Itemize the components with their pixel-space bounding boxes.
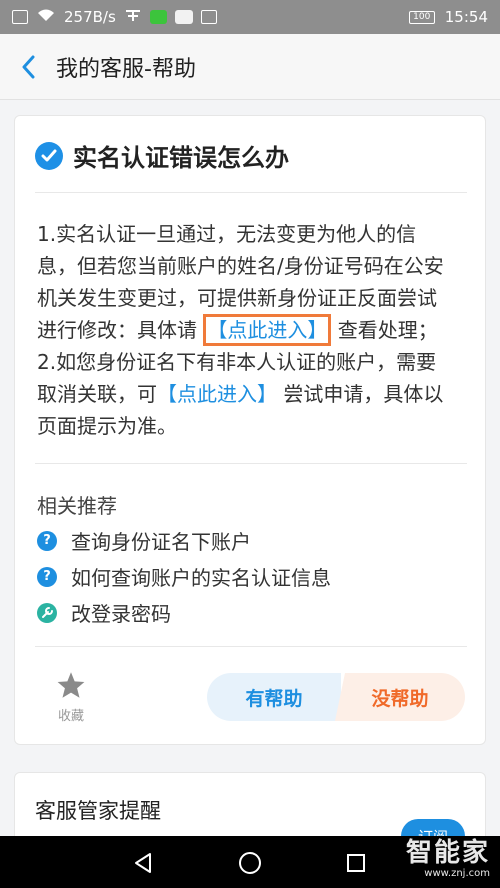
favorite-label: 收藏 bbox=[57, 709, 84, 724]
question-icon: ? bbox=[37, 530, 57, 551]
recommend-item-label: 如何查询账户的实名认证信息 bbox=[71, 566, 331, 590]
favorite-button[interactable]: 收藏 bbox=[53, 671, 89, 724]
reminder-title: 客服管家提醒 bbox=[35, 799, 161, 823]
info-icon bbox=[200, 10, 217, 24]
iqiyi-icon bbox=[149, 10, 167, 24]
answer-line: 1.实名认证一旦通过，无法变更为他人的信 bbox=[37, 222, 417, 246]
question-title: 实名认证错误怎么办 bbox=[73, 144, 289, 172]
answer-line: 进行修改：具体请 【点此进入】 查看处理； bbox=[37, 314, 477, 346]
star-icon bbox=[57, 672, 85, 698]
triangle-back-icon bbox=[135, 853, 151, 873]
recommend-item-label: 查询身份证名下账户 bbox=[71, 530, 251, 554]
app-icon bbox=[174, 10, 193, 24]
battery-icon: 100 bbox=[408, 10, 435, 24]
status-bar: 257B/s 100 15:54 bbox=[0, 0, 500, 34]
question-heading: 实名认证错误怎么办 bbox=[35, 138, 289, 173]
nav-home-button[interactable] bbox=[235, 848, 265, 878]
helpful-button[interactable]: 有帮助 bbox=[207, 673, 341, 721]
status-left: 257B/s bbox=[12, 8, 217, 26]
answer-line: 2.如您身份证名下有非本人认证的账户，需要 bbox=[37, 350, 437, 374]
square-recents-icon bbox=[347, 854, 365, 872]
wrench-icon bbox=[37, 602, 57, 623]
help-card: 实名认证错误怎么办 1.实名认证一旦通过，无法变更为他人的信 息，但若您当前账户… bbox=[14, 115, 486, 745]
question-icon: ? bbox=[37, 566, 57, 587]
check-circle-icon bbox=[35, 141, 63, 170]
recommend-item-label: 改登录密码 bbox=[71, 602, 171, 626]
page-title: 我的客服-帮助 bbox=[56, 56, 196, 82]
answer-text: 进行修改：具体请 bbox=[37, 318, 197, 342]
unhelpful-button[interactable]: 没帮助 bbox=[335, 673, 465, 721]
answer-line: 息，但若您当前账户的姓名/身份证号码在公安 bbox=[37, 254, 444, 278]
divider bbox=[35, 463, 467, 464]
answer-text: 尝试申请，具体以 bbox=[283, 382, 444, 406]
answer-line: 页面提示为准。 bbox=[37, 414, 177, 438]
watermark-logo: 智能家 bbox=[405, 838, 490, 868]
nav-back-button[interactable] bbox=[128, 848, 158, 878]
answer-text: 取消关联，可 bbox=[37, 382, 157, 406]
divider bbox=[35, 646, 467, 647]
answer-text: 查看处理； bbox=[337, 318, 438, 342]
status-right: 100 15:54 bbox=[408, 8, 488, 26]
watermark: 智能家 www.znj.com bbox=[406, 838, 490, 880]
back-button[interactable] bbox=[0, 34, 56, 100]
answer-line: 取消关联，可【点此进入】 尝试申请，具体以 bbox=[37, 378, 477, 410]
clock: 15:54 bbox=[444, 8, 488, 26]
enter-link-2[interactable]: 【点此进入】 bbox=[157, 382, 277, 406]
enter-link-1[interactable]: 【点此进入】 bbox=[203, 314, 332, 346]
recommend-title: 相关推荐 bbox=[37, 494, 117, 518]
watermark-url: www.znj.com bbox=[424, 868, 490, 879]
recommend-item[interactable]: ? 查询身份证名下账户 bbox=[37, 526, 251, 555]
answer-body: 1.实名认证一旦通过，无法变更为他人的信 息，但若您当前账户的姓名/身份证号码在… bbox=[37, 218, 477, 442]
recommend-item[interactable]: ? 如何查询账户的实名认证信息 bbox=[37, 562, 331, 591]
circle-home-icon bbox=[239, 852, 261, 874]
network-speed: 257B/s bbox=[64, 8, 116, 26]
wifi-icon bbox=[36, 8, 56, 26]
header: 我的客服-帮助 bbox=[0, 34, 500, 100]
answer-line: 机关发生变更过，可提供新身份证正反面尝试 bbox=[37, 286, 437, 310]
notification-icon bbox=[124, 8, 142, 26]
recommend-item[interactable]: 改登录密码 bbox=[37, 598, 171, 627]
sim-icon bbox=[12, 10, 28, 24]
divider bbox=[35, 192, 467, 193]
nav-recents-button[interactable] bbox=[341, 848, 371, 878]
chevron-left-icon bbox=[22, 55, 35, 78]
